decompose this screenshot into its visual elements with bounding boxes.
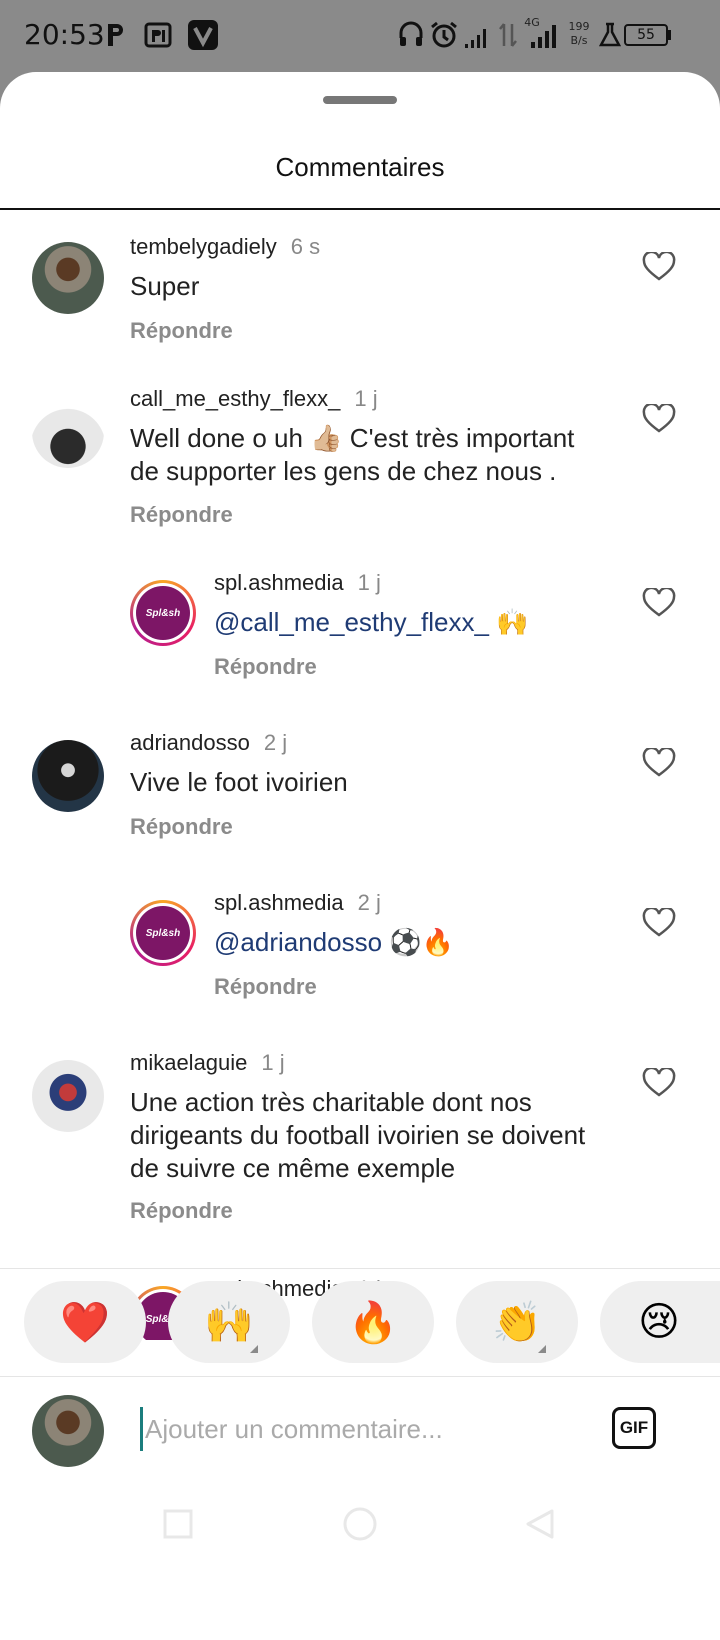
fire-emoji-icon: 🔥 xyxy=(348,1299,398,1346)
skin-tone-indicator-icon xyxy=(250,1345,258,1353)
net-speed-unit: B/s xyxy=(570,34,588,47)
comment-text: @call_me_esthy_flexx_ 🙌 xyxy=(214,607,529,637)
comment-username[interactable]: spl.ashmedia 2 j xyxy=(214,890,381,916)
comments-sheet: Commentaires tembelygadiely 6 s Super Rép… xyxy=(0,72,720,1640)
v-app-icon xyxy=(188,20,218,50)
heart-emoji-icon: ❤️ xyxy=(60,1299,110,1346)
lab-icon xyxy=(598,22,622,47)
comment-composer: GIF xyxy=(0,1376,720,1480)
reaction-clapping-button[interactable]: 👏 xyxy=(456,1281,578,1363)
comment-username[interactable]: tembelygadiely 6 s xyxy=(130,234,320,260)
battery-level: 55 xyxy=(637,27,655,43)
reaction-fire-button[interactable]: 🔥 xyxy=(312,1281,434,1363)
parking-icon xyxy=(108,24,123,46)
system-nav-bar xyxy=(0,1480,720,1568)
skin-tone-indicator-icon xyxy=(538,1345,546,1353)
signal-icon xyxy=(465,29,486,48)
comment-time: 6 s xyxy=(290,234,321,259)
comment-text: @adriandosso ⚽🔥 xyxy=(214,927,455,957)
clapping-hands-emoji-icon: 👏 xyxy=(492,1299,542,1346)
comment-time: 1 j xyxy=(354,386,378,411)
like-heart-icon[interactable] xyxy=(642,588,676,618)
crying-face-emoji-icon: 😢 xyxy=(638,1299,680,1345)
like-heart-icon[interactable] xyxy=(642,1068,676,1098)
avatar[interactable] xyxy=(32,242,104,314)
back-triangle-icon[interactable] xyxy=(524,1508,556,1540)
battery-tip xyxy=(668,30,671,40)
avatar[interactable]: Spl&sh xyxy=(130,580,196,646)
avatar[interactable] xyxy=(32,396,104,468)
comment-text: Super xyxy=(130,271,200,301)
like-heart-icon[interactable] xyxy=(642,748,676,778)
sheet-title: Commentaires xyxy=(275,152,445,182)
reply-button[interactable]: Répondre xyxy=(130,502,233,528)
comment-text: Une action très charitable dont nos diri… xyxy=(130,1087,586,1183)
splash-logo: Spl&sh xyxy=(136,586,190,640)
comment-time: 2 j xyxy=(263,730,288,755)
quick-reactions-bar: ❤️ 🙌 🔥 👏 😢 xyxy=(0,1268,720,1376)
raised-hands-emoji-icon: 🙌 xyxy=(204,1299,254,1346)
net-speed-value: 199 xyxy=(568,20,590,33)
reply-button[interactable]: Répondre xyxy=(214,654,317,680)
drag-handle[interactable] xyxy=(323,96,397,104)
reply-button[interactable]: Répondre xyxy=(130,318,233,344)
comment-username[interactable]: call_me_esthy_flexx_ 1 j xyxy=(130,386,378,412)
signal-4g-icon xyxy=(531,25,556,48)
avatar[interactable]: Spl&sh xyxy=(130,900,196,966)
reply-button[interactable]: Répondre xyxy=(214,974,317,1000)
comment-username[interactable]: mikaelaguie 1 j xyxy=(130,1050,285,1076)
avatar[interactable] xyxy=(32,1060,104,1132)
home-circle-icon[interactable] xyxy=(342,1506,378,1542)
status-time: 20:53 xyxy=(24,18,105,51)
headset-icon xyxy=(399,21,423,46)
comment-list[interactable]: tembelygadiely 6 s Super Répondre call_me… xyxy=(0,210,720,1340)
status-bar: 20:53 4G 199 B/s 55 xyxy=(0,0,720,72)
like-heart-icon[interactable] xyxy=(642,404,676,434)
current-user-avatar xyxy=(32,1395,104,1467)
reaction-crying-button[interactable]: 😢 xyxy=(600,1281,720,1363)
like-heart-icon[interactable] xyxy=(642,252,676,282)
comment-time: 1 j xyxy=(261,1050,285,1075)
like-heart-icon[interactable] xyxy=(642,908,676,938)
comment-input[interactable] xyxy=(140,1407,580,1451)
gif-button[interactable]: GIF xyxy=(612,1407,656,1449)
data-icon xyxy=(499,23,517,47)
comment-time: 2 j xyxy=(357,890,381,915)
reply-button[interactable]: Répondre xyxy=(130,1198,233,1224)
reaction-raised-hands-button[interactable]: 🙌 xyxy=(168,1281,290,1363)
comment-username[interactable]: spl.ashmedia1 j xyxy=(214,570,381,596)
recents-square-icon[interactable] xyxy=(162,1508,194,1540)
avatar[interactable] xyxy=(32,740,104,812)
comment-text: Well done o uh 👍🏼 C'est très important d… xyxy=(130,423,575,486)
splash-logo: Spl&sh xyxy=(136,906,190,960)
comment-username[interactable]: adriandosso 2 j xyxy=(130,730,287,756)
alarm-icon xyxy=(431,21,457,48)
reaction-heart-button[interactable]: ❤️ xyxy=(24,1281,146,1363)
comment-time: 1 j xyxy=(357,570,381,595)
reply-button[interactable]: Répondre xyxy=(130,814,233,840)
battery-icon: 55 xyxy=(624,24,668,46)
comment-text: Vive le foot ivoirien xyxy=(130,767,348,797)
app-icon xyxy=(144,22,172,48)
